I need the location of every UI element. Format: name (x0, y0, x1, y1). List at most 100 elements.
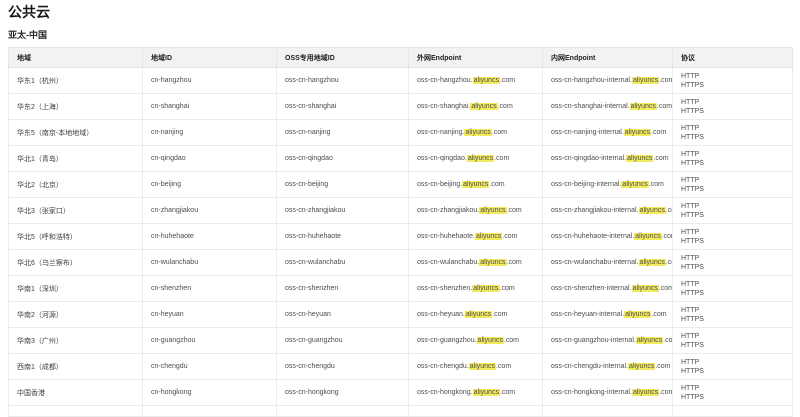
table-row: 华南3（广州） cn-guangzhou oss-cn-guangzhou os… (8, 327, 793, 354)
protocol-value: HTTP (681, 332, 700, 340)
internal-endpoint-cell: oss-cn-zhangjiakou-internal.aliyuncs.com (542, 197, 673, 224)
region-cell: 中国香港 (8, 379, 143, 406)
protocol-value: HTTPS (681, 81, 704, 89)
region-id-cell: cn-guangzhou (142, 327, 277, 354)
protocol-value: HTTP (681, 254, 700, 262)
header-public-endpoint: 外网Endpoint (408, 47, 543, 68)
region-cell: 华北2（北京） (8, 171, 143, 198)
search-highlight: aliyuncs (470, 103, 498, 110)
search-highlight: aliyuncs (631, 77, 660, 84)
protocol-value: HTTP (681, 358, 700, 366)
protocol-value: HTTP (681, 384, 700, 392)
section-subtitle: 亚太-中国 (8, 30, 47, 40)
protocol-cell: HTTP HTTPS (672, 353, 793, 380)
public-endpoint-cell: oss-cn-huhehaote.aliyuncs.com (408, 223, 543, 250)
protocol-cell: HTTP HTTPS (672, 249, 793, 276)
protocol-value: HTTPS (681, 185, 704, 193)
protocol-cell: HTTP HTTPS (672, 197, 793, 224)
public-endpoint-cell: oss-cn-shanghai.aliyuncs.com (408, 93, 543, 120)
region-cell: 华北1（青岛） (8, 145, 143, 172)
protocol-value: HTTPS (681, 393, 704, 401)
protocol-value: HTTP (681, 72, 700, 80)
internal-endpoint-cell: oss-cn-guangzhou-internal.aliyuncs.com (542, 327, 673, 354)
protocol-cell: HTTP HTTPS (672, 119, 793, 146)
protocol-value: HTTPS (681, 289, 704, 297)
region-cell: 华南2（河源） (8, 301, 143, 328)
public-endpoint-cell: oss-cn-shenzhen.aliyuncs.com (408, 275, 543, 302)
protocol-cell: HTTP HTTPS (672, 145, 793, 172)
page-title: 公共云 (8, 4, 50, 20)
oss-region-id-cell: oss-cn-hongkong (276, 379, 409, 406)
search-highlight: aliyuncs (472, 77, 500, 84)
protocol-value: HTTPS (681, 211, 704, 219)
search-highlight: aliyuncs (621, 181, 649, 188)
oss-region-id-cell: oss-cn-huhehaote (276, 223, 409, 250)
search-highlight: aliyuncs (631, 389, 660, 396)
region-id-cell: cn-wulanchabu (142, 249, 277, 276)
region-cell: 华南3（广州） (8, 327, 143, 354)
region-cell: 华北6（乌兰察布） (8, 249, 143, 276)
public-endpoint-cell: oss-cn-qingdao.aliyuncs.com (408, 145, 543, 172)
table-row: 中国香港 cn-hongkong oss-cn-hongkong oss-cn-… (8, 379, 793, 406)
region-id-cell: cn-hangzhou (142, 67, 277, 94)
oss-region-id-cell: oss-cn-shenzhen (276, 275, 409, 302)
protocol-value: HTTPS (681, 133, 704, 141)
internal-endpoint-cell: oss-cn-wulanchabu-internal.aliyuncs.com (542, 249, 673, 276)
public-endpoint-cell: oss-cn-beijing.aliyuncs.com (408, 171, 543, 198)
region-cell: 华北5（呼和浩特） (8, 223, 143, 250)
protocol-value: HTTP (681, 202, 700, 210)
internal-endpoint-cell: oss-cn-hongkong-internal.aliyuncs.com (542, 379, 673, 406)
protocol-value: HTTP (681, 176, 700, 184)
oss-region-id-cell: oss-cn-chengdu (276, 353, 409, 380)
protocol-value: HTTPS (681, 341, 704, 349)
internal-endpoint-cell: oss-cn-qingdao-internal.aliyuncs.com (542, 145, 673, 172)
protocol-value: HTTP (681, 280, 700, 288)
protocol-cell: HTTP HTTPS (672, 379, 793, 406)
public-endpoint-cell: oss-cn-heyuan.aliyuncs.com (408, 301, 543, 328)
oss-region-id-cell: oss-cn-heyuan (276, 301, 409, 328)
protocol-value: HTTP (681, 228, 700, 236)
search-highlight: aliyuncs (623, 129, 652, 136)
internal-endpoint-cell: oss-cn-heyuan-internal.aliyuncs.com (542, 301, 673, 328)
protocol-value: HTTP (681, 306, 700, 314)
public-endpoint-cell: oss-cn-nanjing.aliyuncs.com (408, 119, 543, 146)
search-highlight: aliyuncs (631, 285, 659, 292)
region-id-cell: cn-zhangjiakou (142, 197, 277, 224)
header-internal-endpoint: 内网Endpoint (542, 47, 673, 68)
region-id-cell: cn-nanjing (142, 119, 277, 146)
protocol-value: HTTP (681, 150, 700, 158)
table-row: 华北1（青岛） cn-qingdao oss-cn-qingdao oss-cn… (8, 145, 793, 172)
header-protocol: 协议 (672, 47, 793, 68)
region-endpoint-table: 地域 地域ID OSS专用地域ID 外网Endpoint 内网Endpoint … (8, 47, 793, 417)
protocol-cell: HTTP HTTPS (672, 327, 793, 354)
search-highlight: aliyuncs (466, 155, 495, 162)
oss-region-id-cell: oss-cn-hangzhou (276, 67, 409, 94)
protocol-cell: HTTP HTTPS (672, 171, 793, 198)
table-header: 地域 地域ID OSS专用地域ID 外网Endpoint 内网Endpoint … (8, 47, 793, 68)
protocol-cell: HTTP HTTPS (672, 67, 793, 94)
internal-endpoint-cell: oss-cn-shenzhen-internal.aliyuncs.com (542, 275, 673, 302)
protocol-value: HTTPS (681, 263, 704, 271)
region-cell: 西南1（成都） (8, 353, 143, 380)
search-highlight: aliyuncs (472, 285, 500, 292)
public-endpoint-cell: oss-cn-hangzhou.aliyuncs.com (408, 67, 543, 94)
public-endpoint-cell: oss-cn-zhangjiakou.aliyuncs.com (408, 197, 543, 224)
table-row: 华南2（河源） cn-heyuan oss-cn-heyuan oss-cn-h… (8, 301, 793, 328)
region-id-cell: cn-chengdu (142, 353, 277, 380)
search-highlight: aliyuncs (472, 389, 500, 396)
protocol-cell: HTTP HTTPS (672, 275, 793, 302)
internal-endpoint-cell: oss-cn-nanjing-internal.aliyuncs.com (542, 119, 673, 146)
region-id-cell: cn-qingdao (142, 145, 277, 172)
region-cell: 华东5（南京-本地地域） (8, 119, 143, 146)
protocol-cell: HTTP HTTPS (672, 93, 793, 120)
region-id-cell: cn-shenzhen (142, 275, 277, 302)
search-highlight: aliyuncs (634, 233, 662, 240)
search-highlight: aliyuncs (468, 363, 497, 370)
internal-endpoint-cell: oss-cn-shanghai-internal.aliyuncs.com (542, 93, 673, 120)
region-id-cell: cn-huhehaote (142, 223, 277, 250)
protocol-cell: HTTP HTTPS (672, 223, 793, 250)
region-cell: 华东1（杭州） (8, 67, 143, 94)
search-highlight: aliyuncs (628, 363, 656, 370)
public-endpoint-cell: oss-cn-guangzhou.aliyuncs.com (408, 327, 543, 354)
protocol-value: HTTPS (681, 159, 704, 167)
